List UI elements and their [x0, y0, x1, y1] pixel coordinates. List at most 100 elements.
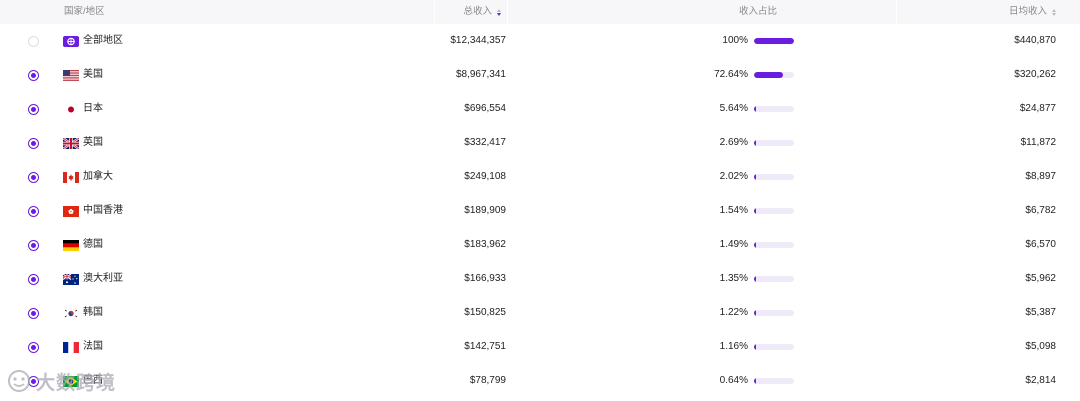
row-select-radio[interactable]: [28, 308, 39, 319]
revenue-share-bar: [754, 106, 794, 112]
row-select-radio[interactable]: [28, 240, 39, 251]
total-revenue: $166,933: [464, 273, 506, 284]
revenue-share-percent: 100%: [722, 35, 748, 46]
total-revenue: $8,967,341: [455, 69, 506, 80]
revenue-share-percent: 2.02%: [719, 171, 748, 182]
country-name: 美国: [83, 69, 103, 80]
hk-flag-icon: [63, 206, 79, 217]
revenue-share-percent: 1.49%: [719, 239, 748, 250]
table-row[interactable]: 全部地区 $12,344,357 100% $440,870: [0, 24, 1080, 58]
column-header-daily[interactable]: 日均收入: [1009, 0, 1058, 24]
daily-revenue: $8,897: [1025, 171, 1056, 182]
total-revenue: $249,108: [464, 171, 506, 182]
total-revenue: $142,751: [464, 341, 506, 352]
column-divider: [896, 0, 897, 24]
watermark: 大数跨境: [6, 366, 116, 396]
country-name: 加拿大: [83, 171, 113, 182]
revenue-share-percent: 72.64%: [714, 69, 748, 80]
country-name: 全部地区: [83, 35, 123, 46]
column-divider: [434, 0, 435, 24]
revenue-share-bar: [754, 242, 794, 248]
revenue-share-bar: [754, 378, 794, 384]
revenue-share-bar-fill: [754, 174, 756, 180]
ca-flag-icon: [63, 172, 79, 183]
table-row[interactable]: 德国 $183,962 1.49% $6,570: [0, 228, 1080, 262]
table-row[interactable]: 澳大利亚 $166,933 1.35% $5,962: [0, 262, 1080, 296]
daily-revenue: $2,814: [1025, 375, 1056, 386]
sort-icon[interactable]: [1052, 8, 1058, 16]
column-header-total-label: 总收入: [463, 6, 492, 17]
table-row[interactable]: 巴西 $78,799 0.64% $2,814: [0, 364, 1080, 398]
revenue-share-bar-fill: [754, 276, 756, 282]
revenue-share-percent: 1.22%: [719, 307, 748, 318]
column-header-share: 收入占比: [739, 6, 778, 17]
revenue-share-percent: 5.64%: [719, 103, 748, 114]
daily-revenue: $24,877: [1019, 103, 1056, 114]
table-row[interactable]: 中国香港 $189,909 1.54% $6,782: [0, 194, 1080, 228]
watermark-text: 大数跨境: [36, 372, 117, 394]
revenue-share-percent: 1.54%: [719, 205, 748, 216]
revenue-share-percent: 0.64%: [719, 375, 748, 386]
table-row[interactable]: 英国 $332,417 2.69% $11,872: [0, 126, 1080, 160]
daily-revenue: $5,387: [1025, 307, 1056, 318]
table-row[interactable]: 美国 $8,967,341 72.64% $320,262: [0, 58, 1080, 92]
row-select-radio[interactable]: [28, 172, 39, 183]
column-header-daily-label: 日均收入: [1008, 6, 1047, 17]
sort-icon[interactable]: [497, 8, 503, 16]
revenue-share-percent: 1.35%: [719, 273, 748, 284]
daily-revenue: $5,962: [1025, 273, 1056, 284]
table-row[interactable]: 加拿大 $249,108 2.02% $8,897: [0, 160, 1080, 194]
kr-flag-icon: [63, 308, 79, 319]
au-flag-icon: [63, 274, 79, 285]
column-divider: [507, 0, 508, 24]
row-select-radio[interactable]: [28, 70, 39, 81]
revenue-share-bar: [754, 38, 794, 44]
column-header-total[interactable]: 总收入: [463, 0, 503, 24]
country-name: 日本: [83, 103, 103, 114]
table-row[interactable]: 法国 $142,751 1.16% $5,098: [0, 330, 1080, 364]
revenue-share-bar: [754, 174, 794, 180]
revenue-share-bar-fill: [754, 344, 756, 350]
revenue-share-bar-fill: [754, 310, 756, 316]
table-row[interactable]: 日本 $696,554 5.64% $24,877: [0, 92, 1080, 126]
country-name: 澳大利亚: [83, 273, 123, 284]
revenue-share-bar: [754, 344, 794, 350]
country-name: 英国: [83, 137, 103, 148]
total-revenue: $150,825: [464, 307, 506, 318]
revenue-share-bar-fill: [754, 72, 784, 78]
global-flag-icon: [63, 36, 79, 47]
revenue-share-bar-fill: [754, 106, 757, 112]
revenue-share-bar: [754, 310, 794, 316]
revenue-share-percent: 1.16%: [719, 341, 748, 352]
total-revenue: $696,554: [464, 103, 506, 114]
table-row[interactable]: 韩国 $150,825 1.22% $5,387: [0, 296, 1080, 330]
column-header-country: 国家/地区: [64, 6, 105, 17]
row-select-radio[interactable]: [28, 342, 39, 353]
gb-flag-icon: [63, 138, 79, 149]
row-select-radio[interactable]: [28, 274, 39, 285]
revenue-share-bar: [754, 208, 794, 214]
table-header: 国家/地区 总收入 收入占比 日均收入: [0, 0, 1080, 24]
country-name: 中国香港: [83, 205, 123, 216]
total-revenue: $78,799: [469, 375, 506, 386]
row-select-radio[interactable]: [28, 206, 39, 217]
fr-flag-icon: [63, 342, 79, 353]
de-flag-icon: [63, 240, 79, 251]
daily-revenue: $320,262: [1014, 69, 1056, 80]
total-revenue: $183,962: [464, 239, 506, 250]
country-name: 德国: [83, 239, 103, 250]
revenue-share-bar: [754, 140, 794, 146]
us-flag-icon: [63, 70, 79, 81]
brand-logo-icon: [8, 370, 30, 392]
revenue-share-bar: [754, 276, 794, 282]
total-revenue: $189,909: [464, 205, 506, 216]
row-select-radio[interactable]: [28, 138, 39, 149]
row-select-radio[interactable]: [28, 36, 39, 47]
total-revenue: $12,344,357: [450, 35, 506, 46]
daily-revenue: $11,872: [1020, 137, 1056, 148]
daily-revenue: $5,098: [1025, 341, 1056, 352]
row-select-radio[interactable]: [28, 104, 39, 115]
revenue-share-bar-fill: [754, 140, 756, 146]
jp-flag-icon: [63, 104, 79, 115]
total-revenue: $332,417: [464, 137, 506, 148]
